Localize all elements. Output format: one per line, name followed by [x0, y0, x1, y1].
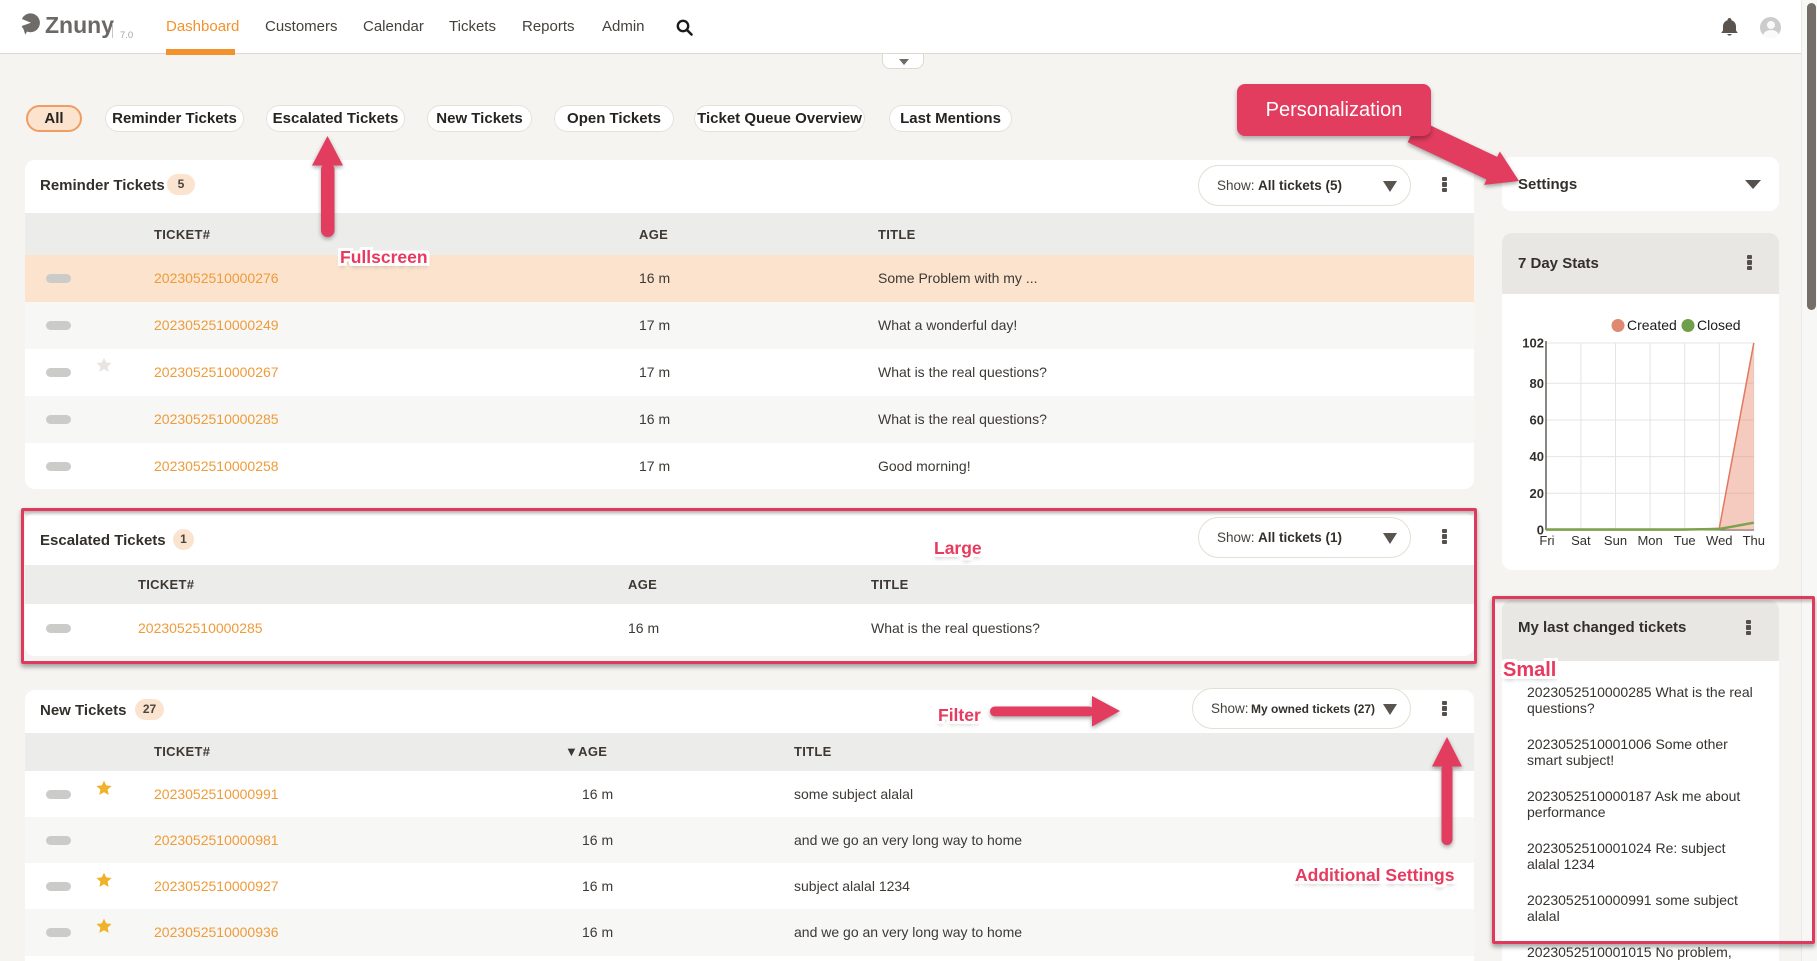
svg-text:Thu: Thu — [1743, 533, 1765, 548]
svg-text:Wed: Wed — [1706, 533, 1733, 548]
svg-text:40: 40 — [1530, 449, 1544, 464]
svg-text:Closed: Closed — [1697, 317, 1741, 333]
svg-text:20: 20 — [1530, 486, 1544, 501]
svg-text:102: 102 — [1522, 336, 1544, 351]
svg-text:Tue: Tue — [1674, 533, 1696, 548]
svg-text:Created: Created — [1627, 317, 1677, 333]
svg-text:80: 80 — [1530, 376, 1544, 391]
svg-text:Sat: Sat — [1571, 533, 1591, 548]
svg-text:Mon: Mon — [1637, 533, 1662, 548]
svg-text:Sun: Sun — [1604, 533, 1627, 548]
svg-text:60: 60 — [1530, 413, 1544, 428]
svg-text:Fri: Fri — [1539, 533, 1554, 548]
